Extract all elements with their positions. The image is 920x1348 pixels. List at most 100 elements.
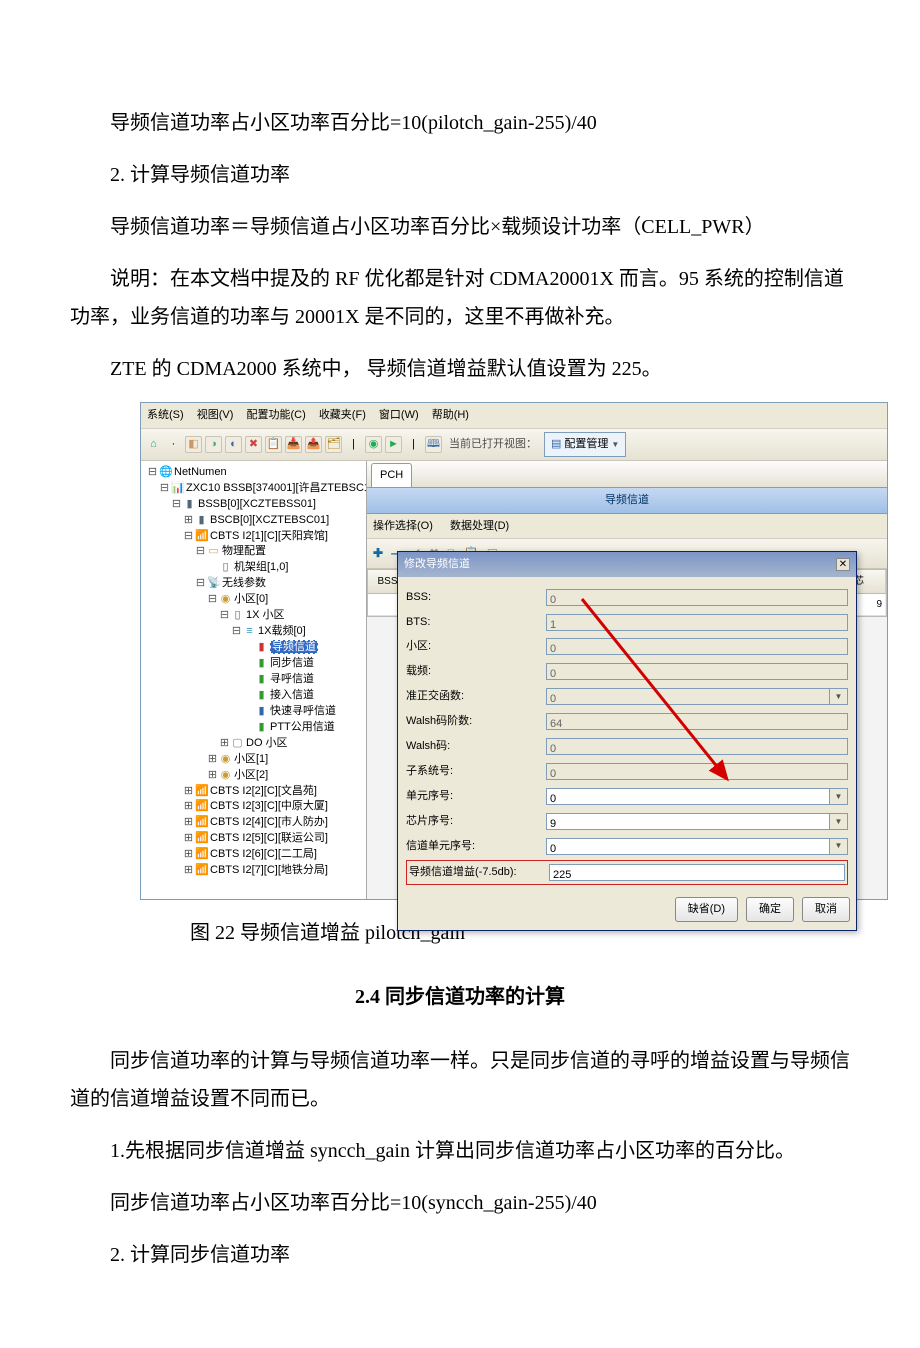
menu-help[interactable]: 帮助(H) (432, 409, 469, 421)
lbl-cell: 小区: (406, 636, 546, 657)
inp-walsh-order: 64 (546, 713, 848, 730)
rack-icon: ▯ (219, 560, 232, 576)
inp-chunit[interactable]: 0 (546, 838, 830, 855)
tree-root[interactable]: NetNumen (174, 466, 227, 478)
tree-item[interactable]: CBTS I2[2][C][文昌苑] (210, 785, 317, 797)
tree-item[interactable]: DO 小区 (246, 737, 288, 749)
chevron-down-icon[interactable]: ▼ (830, 788, 848, 805)
bts-icon: 📶 (195, 847, 208, 863)
para-step2: 2. 计算导频信道功率 (70, 156, 850, 194)
bts-icon: 📶 (195, 815, 208, 831)
view-select[interactable]: ▤ 配置管理 ▼ (544, 432, 626, 457)
tree-item[interactable]: 同步信道 (270, 657, 314, 669)
tree-item[interactable]: CBTS I2[6][C][二工局] (210, 848, 317, 860)
tb-icon[interactable]: 📤 (305, 436, 322, 453)
tree-item[interactable]: 接入信道 (270, 689, 314, 701)
lbl-walsh-order: Walsh码阶数: (406, 711, 546, 732)
tab-pch[interactable]: PCH (371, 463, 412, 487)
inp-cell: 0 (546, 638, 848, 655)
tree-item[interactable]: 寻呼信道 (270, 673, 314, 685)
inp-walsh: 0 (546, 738, 848, 755)
tb-icon[interactable]: ◑ (205, 436, 222, 453)
plus-icon[interactable]: ✚ (373, 542, 383, 565)
ch-icon: ▮ (255, 656, 268, 672)
menu-view[interactable]: 视图(V) (197, 409, 234, 421)
ch-icon: ▮ (255, 672, 268, 688)
tree-item[interactable]: 小区[2] (234, 769, 268, 781)
sep-icon: · (165, 436, 182, 453)
para-formula2: 导频信道功率＝导频信道占小区功率百分比×载频设计功率（CELL_PWR） (70, 208, 850, 246)
tb-icon[interactable]: 📋 (265, 436, 282, 453)
do-icon: ▢ (231, 736, 244, 752)
op-data[interactable]: 数据处理(D) (450, 520, 509, 532)
tree-item[interactable]: 机架组[1,0] (234, 561, 288, 573)
tb-icon[interactable]: ◧ (185, 436, 202, 453)
ch-icon: ▮ (255, 720, 268, 736)
menubar[interactable]: 系统(S) 视图(V) 配置功能(C) 收藏夹(F) 窗口(W) 帮助(H) (141, 403, 887, 429)
tree-item[interactable]: 小区[0] (234, 593, 268, 605)
ch-icon: ▮ (255, 688, 268, 704)
dialog-titlebar[interactable]: 修改导频信道 ✕ (398, 552, 856, 577)
node-icon: ▮ (183, 497, 196, 513)
tree-item[interactable]: ZXC10 BSSB[374001][许昌ZTEBSC1] (186, 482, 367, 494)
menu-window[interactable]: 窗口(W) (379, 409, 419, 421)
para-default: ZTE 的 CDMA2000 系统中， 导频信道增益默认值设置为 225。 (70, 350, 850, 388)
home-icon[interactable]: ⌂ (145, 436, 162, 453)
para-24-4: 2. 计算同步信道功率 (70, 1236, 850, 1274)
chevron-down-icon[interactable]: ▼ (830, 688, 848, 705)
tb-icon[interactable]: 🗂 (325, 436, 342, 453)
tree-item[interactable]: 1X 小区 (246, 609, 285, 621)
heading-2-4: 2.4 同步信道功率的计算 (70, 978, 850, 1016)
lbl-chip: 芯片序号: (406, 811, 546, 832)
tree-pane[interactable]: ⊟🌐NetNumen ⊟📊ZXC10 BSSB[374001][许昌ZTEBSC… (141, 461, 367, 899)
inp-unit[interactable]: 0 (546, 788, 830, 805)
tree-item[interactable]: CBTS I2[1][C][天阳宾馆] (210, 530, 328, 542)
menu-fav[interactable]: 收藏夹(F) (319, 409, 366, 421)
tb-icon[interactable]: ► (385, 436, 402, 453)
menu-system[interactable]: 系统(S) (147, 409, 184, 421)
lbl-qof: 准正交函数: (406, 686, 546, 707)
chevron-down-icon: ▼ (611, 437, 619, 452)
tree-item[interactable]: 小区[1] (234, 753, 268, 765)
menu-config[interactable]: 配置功能(C) (246, 409, 305, 421)
op-menubar[interactable]: 操作选择(O) 数据处理(D) (367, 514, 887, 540)
tree-item[interactable]: CBTS I2[7][C][地铁分局] (210, 864, 328, 876)
chevron-down-icon[interactable]: ▼ (830, 813, 848, 830)
inp-subsys: 0 (546, 763, 848, 780)
tb-icon[interactable]: ◐ (225, 436, 242, 453)
tree-item[interactable]: CBTS I2[3][C][中原大厦] (210, 800, 328, 812)
default-button[interactable]: 缺省(D) (675, 897, 738, 922)
tree-item[interactable]: 快速寻呼信道 (270, 705, 336, 717)
tree-item[interactable]: BSCB[0][XCZTEBSC01] (210, 514, 329, 526)
tree-item[interactable]: CBTS I2[4][C][市人防办] (210, 816, 328, 828)
tree-item[interactable]: 1X载频[0] (258, 625, 306, 637)
tb-icon[interactable]: 📥 (285, 436, 302, 453)
inp-carrier: 0 (546, 663, 848, 680)
bts-icon: 📶 (195, 529, 208, 545)
inp-bts: 1 (546, 614, 848, 631)
rf-icon: 📡 (207, 576, 220, 592)
right-pane: PCH 导频信道 操作选择(O) 数据处理(D) ✚ — ✔ ✖ ⧉ 📋 ▤ B… (367, 461, 887, 899)
cancel-button[interactable]: 取消 (802, 897, 850, 922)
chevron-down-icon[interactable]: ▼ (830, 838, 848, 855)
para-24-3: 同步信道功率占小区功率百分比=10(syncch_gain-255)/40 (70, 1184, 850, 1222)
close-icon[interactable]: ✕ (836, 558, 850, 571)
tb-icon[interactable]: ✖ (245, 436, 262, 453)
para-24-1: 同步信道功率的计算与导频信道功率一样。只是同步信道的寻呼的增益设置与导频信道的信… (70, 1042, 850, 1118)
tb-icon[interactable]: ◉ (365, 436, 382, 453)
inp-gain[interactable]: 225 (549, 864, 845, 881)
bts-icon: 📶 (195, 784, 208, 800)
tree-item[interactable]: CBTS I2[5][C][联运公司] (210, 832, 328, 844)
para-note: 说明：在本文档中提及的 RF 优化都是针对 CDMA20001X 而言。95 系… (30, 260, 850, 336)
tree-item[interactable]: 物理配置 (222, 545, 266, 557)
tree-item[interactable]: PTT公用信道 (270, 721, 335, 733)
view-select-label: 配置管理 (564, 434, 608, 455)
tree-item[interactable]: 无线参数 (222, 577, 266, 589)
ok-button[interactable]: 确定 (746, 897, 794, 922)
tree-item[interactable]: BSSB[0][XCZTEBSS01] (198, 498, 316, 510)
tree-item-pilot[interactable]: 导频信道 (270, 640, 318, 654)
cell-icon: ◉ (219, 592, 232, 608)
tb-icon[interactable]: 🕮 (425, 436, 442, 453)
op-select[interactable]: 操作选择(O) (373, 520, 433, 532)
inp-chip[interactable]: 9 (546, 813, 830, 830)
